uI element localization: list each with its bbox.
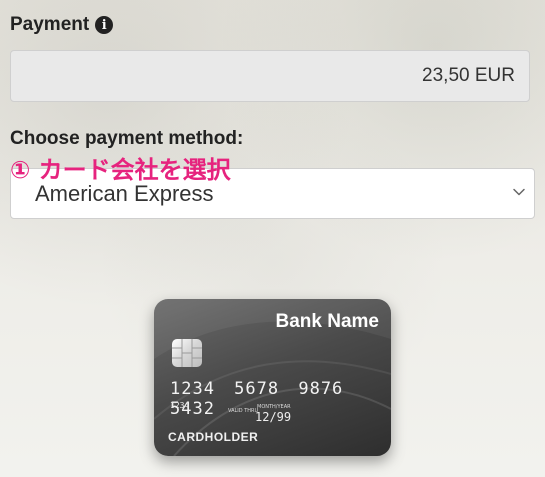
amount-value: 23,50 EUR [422,65,515,86]
card-expiry: 12/99 [255,410,292,424]
card-small-number: 1234 [170,401,190,410]
payment-label: Payment [10,14,90,35]
amount-field: 23,50 EUR [10,50,530,102]
payment-heading: Payment i [10,14,114,36]
chip-icon [172,339,202,367]
bank-name: Bank Name [275,311,380,332]
annotation-select-card-company: ① カード会社を選択 [10,156,231,184]
credit-card-image: Bank Name 1234 5678 9876 5432 1234 VALID… [154,299,391,456]
cardholder-name: CARDHOLDER [168,430,259,444]
info-icon[interactable]: i [95,16,114,34]
payment-method-label: Choose payment method: [10,128,244,149]
chevron-down-icon [513,188,525,196]
valid-thru-label: VALID THRU [228,408,259,414]
